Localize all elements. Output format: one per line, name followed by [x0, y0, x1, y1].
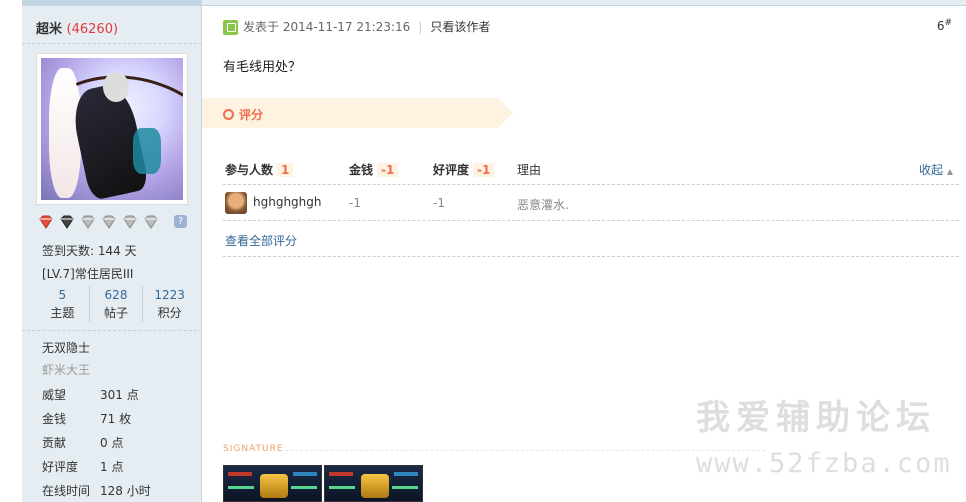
checkin-days: 签到天数: 144 天	[42, 244, 137, 258]
rating-row: hghghghgh -1 -1 恶意灌水.	[223, 185, 959, 221]
participants-count: 1	[277, 163, 294, 177]
view-all-ratings-row: 查看全部评分	[223, 221, 959, 257]
reason-header: 理由	[517, 163, 542, 177]
field-money: 金钱 71 枚	[42, 410, 131, 427]
red-diamond-medal-icon[interactable]	[38, 215, 54, 229]
signature-divider	[285, 450, 765, 451]
field-online-time: 在线时间 128 小时	[42, 482, 151, 499]
rating-table: 参与人数 1 金钱 -1 好评度 -1 理由 收起 ▲ hghghghgh -1 -1…	[223, 154, 959, 257]
only-author-link[interactable]: 只看该作者	[430, 20, 490, 34]
field-prestige: 威望 301 点	[42, 386, 139, 403]
medal-help-icon[interactable]: ?	[174, 215, 187, 228]
user-group[interactable]: 无双隐士	[42, 339, 90, 356]
user-title: 虾米大王	[42, 363, 91, 377]
field-contribution: 贡献 0 点	[42, 434, 123, 451]
author-name-text[interactable]: 超米	[36, 22, 62, 37]
view-all-ratings-link[interactable]: 查看全部评分	[225, 232, 297, 249]
black-diamond-medal-icon[interactable]	[59, 215, 75, 229]
watermark-title: 我爱辅助论坛	[696, 398, 936, 438]
post-time: 发表于 2014-11-17 21:23:16	[243, 20, 411, 34]
rater-avatar[interactable]	[225, 192, 247, 214]
field-value: 128 小时	[100, 484, 151, 498]
field-label: 好评度	[42, 460, 79, 474]
field-reputation: 好评度 1 点	[42, 458, 123, 475]
stat-value[interactable]: 628	[90, 286, 143, 304]
author-sidebar: 超米 (46260) ? 签到天数: 144 天 [LV.7]常住居民III 5…	[22, 0, 202, 502]
stat-value[interactable]: 5	[36, 286, 89, 304]
field-value: 301 点	[100, 388, 139, 402]
user-stats: 5 主题 628 帖子 1223 积分	[36, 286, 196, 322]
sidebar-top-strip	[22, 0, 202, 6]
author-name[interactable]: 超米 (46260)	[36, 18, 118, 37]
gray-diamond-medal-icon[interactable]	[122, 215, 138, 229]
rating-title: 评分	[239, 108, 264, 122]
author-avatar[interactable]	[36, 53, 188, 205]
money-total: -1	[377, 163, 399, 177]
signature-image[interactable]	[223, 465, 322, 502]
field-label: 贡献	[42, 436, 67, 450]
field-label: 威望	[42, 388, 67, 402]
reputation-header: 好评度 -1	[433, 161, 495, 178]
collapse-link[interactable]: 收起 ▲	[919, 161, 953, 178]
rater-money: -1	[349, 196, 361, 210]
divider	[22, 330, 202, 331]
online-status-icon	[223, 20, 238, 35]
rater-reputation: -1	[433, 196, 445, 210]
field-label: 在线时间	[42, 484, 91, 498]
field-value: 1 点	[100, 460, 124, 474]
reputation-total: -1	[473, 163, 495, 177]
signature-image[interactable]	[324, 465, 423, 502]
post-floor[interactable]: 6#	[937, 18, 952, 33]
stat-label: 帖子	[104, 306, 129, 320]
gray-diamond-medal-icon[interactable]	[101, 215, 117, 229]
gray-diamond-medal-icon[interactable]	[143, 215, 159, 229]
avatar-image[interactable]	[41, 58, 183, 200]
post-top-strip	[202, 0, 966, 6]
stat-label: 主题	[50, 306, 75, 320]
medal-row: ?	[38, 215, 187, 229]
caret-up-icon: ▲	[946, 167, 953, 176]
stat-value[interactable]: 1223	[143, 286, 196, 304]
gray-diamond-medal-icon[interactable]	[80, 215, 96, 229]
post-meta: 发表于 2014-11-17 21:23:16 | 只看该作者	[243, 20, 491, 34]
stat-credits[interactable]: 1223 积分	[142, 286, 196, 322]
divider	[22, 43, 202, 44]
rater-reason: 恶意灌水.	[517, 198, 569, 212]
rating-table-header: 参与人数 1 金钱 -1 好评度 -1 理由 收起 ▲	[223, 154, 959, 185]
participants-header: 参与人数 1	[225, 161, 294, 178]
rater-name[interactable]: hghghghgh	[253, 195, 322, 209]
money-header: 金钱 -1	[349, 161, 399, 178]
post-message: 有毛线用处？	[223, 60, 302, 75]
author-uid: (46260)	[66, 22, 119, 37]
stat-label: 积分	[157, 306, 182, 320]
rating-circle-icon	[223, 109, 234, 120]
signature-label: SIGNATURE	[223, 444, 284, 454]
stat-posts[interactable]: 628 帖子	[88, 286, 143, 322]
user-level[interactable]: [LV.7]常住居民III	[42, 265, 133, 282]
watermark-url: www.52fzba.com	[696, 448, 952, 479]
field-label: 金钱	[42, 412, 67, 426]
field-value: 0 点	[100, 436, 124, 450]
field-value: 71 枚	[100, 412, 132, 426]
stat-threads[interactable]: 5 主题	[36, 286, 89, 322]
